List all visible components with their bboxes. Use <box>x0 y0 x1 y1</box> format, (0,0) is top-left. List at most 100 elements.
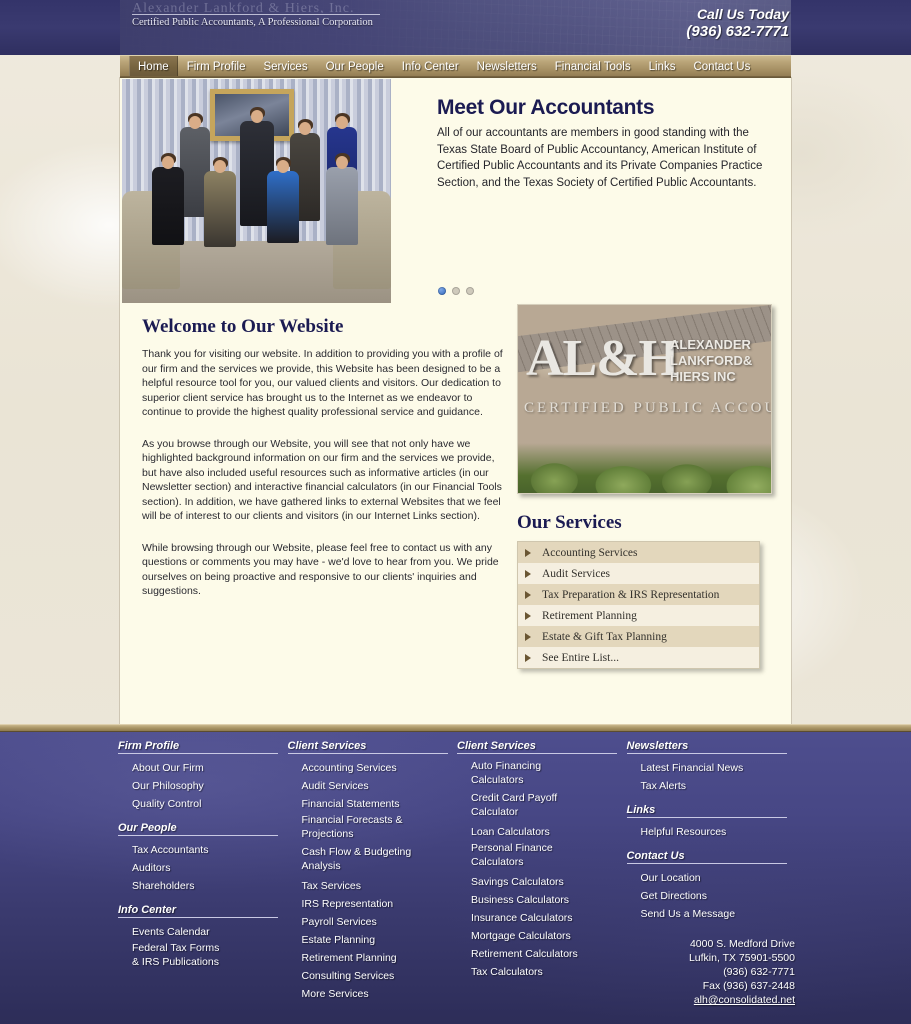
team-photo <box>122 79 391 303</box>
footer-link[interactable]: Tax Alerts <box>627 777 797 795</box>
service-list-item-label: Tax Preparation & IRS Representation <box>542 588 720 601</box>
footer-group-links: Links Helpful Resources <box>626 804 797 841</box>
footer-link[interactable]: Tax Calculators <box>457 963 627 981</box>
address-fax: Fax (936) 637-2448 <box>702 980 795 992</box>
footer-link[interactable]: Insurance Calculators <box>457 909 627 927</box>
service-list-item[interactable]: Accounting Services <box>518 542 759 563</box>
service-list-item[interactable]: Tax Preparation & IRS Representation <box>518 584 759 605</box>
service-list-item-label: Retirement Planning <box>542 609 637 622</box>
footer-group-firm-profile: Firm Profile About Our Firm Our Philosophy… <box>118 740 288 813</box>
footer-group-our-people: Our People Tax Accountants Auditors Shareho… <box>118 822 288 895</box>
address-street: 4000 S. Medford Drive <box>689 938 795 950</box>
footer-link[interactable]: Federal Tax Forms & IRS Publications <box>118 941 288 973</box>
service-list-item-label: Audit Services <box>542 567 611 580</box>
logo-tagline: Certified Public Accountants, A Professi… <box>132 17 373 28</box>
service-list-item[interactable]: Audit Services <box>518 563 759 584</box>
footer-link[interactable]: Latest Financial News <box>627 759 797 777</box>
address-city-state-zip: Lufkin, TX 75901-5500 <box>688 952 795 964</box>
arrow-right-icon <box>525 590 531 599</box>
footer-link[interactable]: Our Philosophy <box>118 777 288 795</box>
footer-link[interactable]: Helpful Resources <box>627 823 797 841</box>
footer-group-heading: Firm Profile <box>118 740 278 754</box>
footer-group-contact-us: Contact Us Our Location Get Directions Send… <box>626 850 797 923</box>
footer-link[interactable]: Auditors <box>118 859 288 877</box>
footer-link[interactable]: Loan Calculators <box>457 823 627 841</box>
footer-link[interactable]: Credit Card Payoff Calculator <box>457 791 627 823</box>
footer-link[interactable]: Retirement Planning <box>288 949 458 967</box>
service-list-item[interactable]: See Entire List... <box>518 647 759 668</box>
footer-group-newsletters: Newsletters Latest Financial News Tax Aler… <box>626 740 797 795</box>
nav-item-firm-profile[interactable]: Firm Profile <box>178 56 255 78</box>
footer-link[interactable]: Retirement Calculators <box>457 945 627 963</box>
page-title: Welcome to Our Website <box>142 316 344 337</box>
slideshow-dot-2[interactable] <box>451 287 460 295</box>
nav-item-info-center[interactable]: Info Center <box>393 56 468 78</box>
service-list-item[interactable]: Estate & Gift Tax Planning <box>518 626 759 647</box>
footer-link[interactable]: Quality Control <box>118 795 288 813</box>
service-list-item-label: Estate & Gift Tax Planning <box>542 630 667 643</box>
slideshow-dot-1[interactable] <box>437 287 446 295</box>
service-list-item-label: Accounting Services <box>542 546 638 559</box>
arrow-right-icon <box>525 611 531 620</box>
footer-column-1: Firm Profile About Our Firm Our Philosophy… <box>118 740 288 1012</box>
footer-link[interactable]: Financial Forecasts & Projections <box>288 813 458 845</box>
call-us-block: Call Us Today (936) 632-7771 <box>686 5 789 41</box>
footer-link[interactable]: IRS Representation <box>288 895 458 913</box>
sign-landscaping <box>518 443 771 493</box>
footer-link[interactable]: More Services <box>288 985 458 1003</box>
footer-link[interactable]: About Our Firm <box>118 759 288 777</box>
photo-person-head <box>336 116 348 129</box>
sign-monogram-text: AL&H <box>526 330 679 387</box>
logo-divider <box>132 14 380 15</box>
footer-group-heading: Client Services <box>287 740 448 754</box>
footer-link[interactable]: Savings Calculators <box>457 873 627 891</box>
photo-person-front-3 <box>267 157 299 243</box>
footer-link[interactable]: Accounting Services <box>288 759 458 777</box>
main-navigation: Home Firm Profile Services Our People Info C… <box>120 55 791 78</box>
footer-link[interactable]: Tax Services <box>288 877 458 895</box>
footer-link[interactable]: Events Calendar <box>118 923 288 941</box>
footer-link[interactable]: Our Location <box>627 869 797 887</box>
footer-link[interactable]: Get Directions <box>627 887 797 905</box>
nav-item-our-people[interactable]: Our People <box>317 56 393 78</box>
footer-email-link[interactable]: alh@consolidated.net <box>689 993 795 1007</box>
site-logo[interactable]: Alexander Lankford & Hiers, Inc. Certifi… <box>132 2 432 28</box>
footer-link[interactable]: Tax Accountants <box>118 841 288 859</box>
arrow-right-icon <box>525 632 531 641</box>
footer-link[interactable]: Financial Statements <box>288 795 458 813</box>
hero-title: Meet Our Accountants <box>437 96 655 119</box>
footer-link[interactable]: Shareholders <box>118 877 288 895</box>
footer-link[interactable]: Send Us a Message <box>627 905 797 923</box>
hero-text-block: Meet Our Accountants All of our accounta… <box>392 78 789 304</box>
footer-link[interactable]: Cash Flow & Budgeting Analysis <box>288 845 458 877</box>
footer-link[interactable]: Business Calculators <box>457 891 627 909</box>
slideshow-dot-3[interactable] <box>465 287 474 295</box>
footer-column-2: Client Services Accounting Services Audit … <box>287 740 458 1012</box>
footer-group-heading: Links <box>626 804 787 818</box>
logo-firm-name: Alexander Lankford & Hiers, Inc. <box>132 2 355 13</box>
nav-item-home[interactable]: Home <box>129 56 178 78</box>
photo-person-head <box>189 116 201 129</box>
call-us-label: Call Us Today <box>696 6 789 22</box>
footer-group-heading: Client Services <box>457 740 617 754</box>
footer-link[interactable]: Audit Services <box>288 777 458 795</box>
photo-person-head <box>214 160 226 173</box>
footer-link[interactable]: Personal Finance Calculators <box>457 841 627 873</box>
footer-link[interactable]: Auto Financing Calculators <box>457 759 627 791</box>
nav-item-newsletters[interactable]: Newsletters <box>468 56 546 78</box>
services-heading: Our Services <box>517 512 622 533</box>
slideshow-pagination <box>432 284 480 298</box>
footer-link[interactable]: Payroll Services <box>288 913 458 931</box>
footer-link[interactable]: Consulting Services <box>288 967 458 985</box>
footer-link[interactable]: Estate Planning <box>288 931 458 949</box>
sign-monogram: AL&H <box>526 330 679 387</box>
photo-person-head <box>336 156 348 169</box>
header-phone-number[interactable]: (936) 632-7771 <box>686 23 789 41</box>
nav-item-contact-us[interactable]: Contact Us <box>684 56 759 78</box>
service-list-item[interactable]: Retirement Planning <box>518 605 759 626</box>
nav-item-links[interactable]: Links <box>640 56 685 78</box>
nav-item-services[interactable]: Services <box>254 56 316 78</box>
photo-person-head <box>162 156 174 169</box>
nav-item-financial-tools[interactable]: Financial Tools <box>546 56 640 78</box>
footer-link[interactable]: Mortgage Calculators <box>457 927 627 945</box>
